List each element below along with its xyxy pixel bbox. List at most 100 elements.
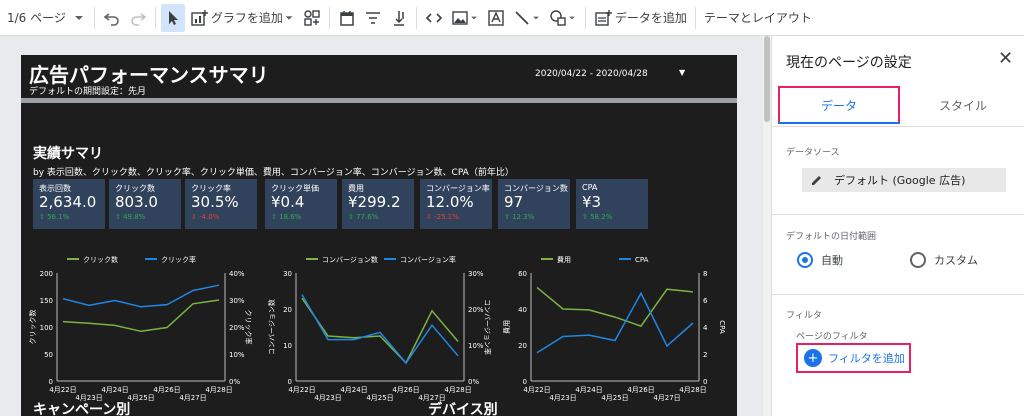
caret-down-icon bbox=[569, 16, 575, 19]
y-tick-right: 40% bbox=[229, 270, 245, 278]
device-heading[interactable]: デバイス別 bbox=[428, 399, 498, 416]
scorecard-cpc[interactable]: クリック単価 ¥0.4 ⇧ 18.6% bbox=[265, 179, 337, 229]
scorecard-cpa[interactable]: CPA ¥3 ⇧ 58.2% bbox=[576, 179, 648, 229]
x-tick-label: 4月22日 bbox=[288, 386, 315, 394]
x-tick-label: 4月24日 bbox=[575, 386, 602, 394]
shape-button[interactable] bbox=[546, 4, 580, 32]
caret-down-icon bbox=[471, 16, 477, 19]
date-range-control[interactable]: 2020/04/22 - 2020/04/28 bbox=[535, 69, 648, 79]
x-tick-label: 4月28日 bbox=[444, 386, 471, 394]
y-tick-right: 30% bbox=[468, 270, 484, 278]
text-box-icon bbox=[488, 9, 504, 26]
toolbar-divider bbox=[584, 6, 586, 29]
scorecard-value: ¥0.4 bbox=[271, 193, 305, 211]
y-tick-right: 20% bbox=[468, 306, 484, 314]
date-range-dropdown-icon[interactable]: ▼ bbox=[679, 68, 685, 77]
y-tick-right: 10% bbox=[229, 351, 245, 359]
tab-style[interactable]: スタイル bbox=[902, 86, 1024, 124]
conversions-chart[interactable]: コンバージョン数 コンバージョン率01020300%10%20%30%コンバージョ… bbox=[266, 251, 491, 401]
x-tick-label: 4月26日 bbox=[627, 386, 654, 394]
add-chart-button[interactable]: グラフを追加 bbox=[187, 4, 298, 32]
panel-divider bbox=[772, 214, 1024, 215]
toolbar-divider bbox=[694, 6, 696, 29]
legend-label: クリック数 bbox=[83, 255, 118, 264]
tab-data[interactable]: データ bbox=[778, 86, 900, 124]
summary-heading[interactable]: 実績サマリ bbox=[33, 143, 103, 163]
report-subtitle[interactable]: デフォルトの期間設定：先月 bbox=[29, 84, 146, 97]
data-control-icon bbox=[393, 10, 404, 26]
scorecard-delta: ⇧ 56.1% bbox=[39, 213, 70, 221]
scorecard-delta: ⇧ 77.6% bbox=[348, 213, 379, 221]
page-selector[interactable]: 1/6 ページ bbox=[1, 4, 89, 32]
calendar-icon bbox=[340, 10, 354, 26]
add-control-button[interactable] bbox=[300, 4, 324, 32]
add-filter-label: フィルタを追加 bbox=[828, 352, 905, 365]
scorecard-clicks[interactable]: クリック数 803.0 ⇧ 49.8% bbox=[109, 179, 181, 229]
line-button[interactable] bbox=[510, 4, 544, 32]
y-tick-right: 0 bbox=[703, 378, 707, 386]
caret-down-icon bbox=[74, 15, 83, 20]
y-tick-left: 0 bbox=[49, 378, 53, 386]
y-tick-right: 0% bbox=[229, 378, 240, 386]
redo-icon bbox=[131, 12, 147, 26]
x-tick-label: 4月23日 bbox=[549, 394, 576, 401]
summary-subheading[interactable]: by 表示回数、クリック数、クリック率、クリック単価、費用、コンバージョン率、コ… bbox=[33, 165, 514, 178]
y-tick-right: 30% bbox=[229, 297, 245, 305]
select-tool-button[interactable] bbox=[160, 3, 185, 32]
x-tick-label: 4月27日 bbox=[179, 394, 206, 401]
series-line bbox=[536, 291, 694, 354]
embed-code-button[interactable] bbox=[422, 4, 446, 32]
add-data-icon bbox=[595, 9, 612, 26]
scorecard-ctr[interactable]: クリック率 30.5% ⇩ -4.0% bbox=[185, 179, 257, 229]
x-tick-label: 4月26日 bbox=[153, 386, 180, 394]
radio-custom[interactable]: カスタム bbox=[910, 252, 978, 268]
line-icon bbox=[515, 10, 529, 25]
image-button[interactable] bbox=[448, 4, 482, 32]
y-axis-label-right: コンバージョン率 bbox=[483, 299, 491, 355]
x-tick-label: 4月25日 bbox=[366, 394, 393, 401]
scorecard-conversion-rate[interactable]: コンバージョン率 12.0% ⇩ -25.1% bbox=[420, 179, 492, 229]
campaign-heading[interactable]: キャンペーン別 bbox=[33, 399, 130, 416]
cost-cpa-chart[interactable]: 費用 CPA020406002468費用 CPA4月22日4月23日4月24日4月2… bbox=[501, 251, 726, 401]
data-control-button[interactable] bbox=[387, 4, 411, 32]
y-tick-left: 200 bbox=[40, 270, 53, 278]
redo-button[interactable] bbox=[126, 4, 150, 32]
y-tick-left: 20 bbox=[518, 342, 527, 350]
scorecard-delta: ⇧ 12.3% bbox=[504, 213, 535, 221]
y-axis-label-left: コンバージョン数 bbox=[267, 299, 276, 355]
theme-layout-button[interactable]: テーマとレイアウト bbox=[701, 4, 815, 32]
y-tick-right: 0% bbox=[468, 378, 479, 386]
clicks-ctr-chart[interactable]: クリック数 クリック率0501001502000%10%20%30%40%クリック… bbox=[27, 251, 252, 401]
caret-down-icon bbox=[533, 16, 539, 19]
y-axis-label-left: 費用 bbox=[502, 320, 511, 334]
scorecard-conversions[interactable]: コンバージョン数 97 ⇧ 12.3% bbox=[498, 179, 570, 229]
header-divider bbox=[21, 98, 737, 103]
add-filter-button[interactable]: + フィルタを追加 bbox=[796, 343, 911, 373]
undo-button[interactable] bbox=[100, 4, 124, 32]
scorecard-impressions[interactable]: 表示回数 2,634.0 ⇧ 56.1% bbox=[33, 179, 105, 229]
canvas-scrollbar[interactable] bbox=[763, 36, 771, 416]
close-icon[interactable]: ✕ bbox=[998, 48, 1013, 69]
text-button[interactable] bbox=[484, 4, 508, 32]
scorecard-value: 2,634.0 bbox=[39, 193, 97, 211]
filter-control-button[interactable] bbox=[361, 4, 385, 32]
scorecard-value: 97 bbox=[504, 193, 524, 211]
page-filter-label: ページのフィルタ bbox=[796, 332, 868, 342]
y-axis-label-right: CPA bbox=[718, 320, 726, 334]
datasource-selector[interactable]: デフォルト (Google 広告) bbox=[802, 168, 1006, 192]
x-tick-label: 4月24日 bbox=[340, 386, 367, 394]
report-canvas: 広告パフォーマンスサマリ デフォルトの期間設定：先月 2020/04/22 - … bbox=[0, 36, 770, 416]
toolbar: 1/6 ページ グラフを追加 データを追加 テーマとレイアウト bbox=[0, 0, 1024, 36]
y-tick-left: 60 bbox=[518, 270, 527, 278]
legend-label: CPA bbox=[635, 256, 649, 264]
date-range-button[interactable] bbox=[335, 4, 359, 32]
radio-auto[interactable]: 自動 bbox=[797, 252, 843, 268]
legend-label: クリック率 bbox=[161, 255, 196, 264]
y-tick-left: 0 bbox=[288, 378, 292, 386]
scorecard-cost[interactable]: 費用 ¥299.2 ⇧ 77.6% bbox=[342, 179, 414, 229]
filter-icon bbox=[365, 11, 380, 24]
add-data-button[interactable]: データを追加 bbox=[591, 4, 690, 32]
y-axis-label-left: クリック数 bbox=[28, 310, 37, 345]
scorecard-delta: ⇧ 49.8% bbox=[115, 213, 146, 221]
scrollbar-thumb[interactable] bbox=[764, 36, 770, 122]
